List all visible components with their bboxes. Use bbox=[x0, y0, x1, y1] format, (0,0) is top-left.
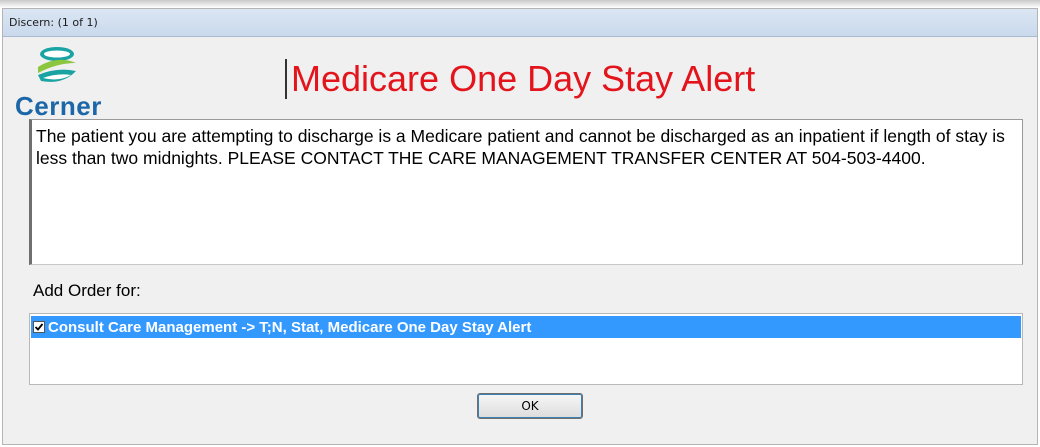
order-list[interactable]: Consult Care Management -> T;N, Stat, Me… bbox=[29, 313, 1023, 385]
ok-button[interactable]: OK bbox=[477, 393, 583, 419]
cerner-logo: Cerner bbox=[15, 45, 145, 121]
title-bar[interactable]: Discern: (1 of 1) bbox=[3, 9, 1037, 37]
add-order-label: Add Order for: bbox=[33, 281, 141, 300]
alert-title: Medicare One Day Stay Alert bbox=[285, 59, 755, 99]
alert-message-text: The patient you are attempting to discha… bbox=[36, 126, 1005, 168]
order-checkbox[interactable] bbox=[33, 321, 45, 333]
cerner-logo-icon bbox=[38, 47, 76, 82]
discern-dialog: Discern: (1 of 1) Cerner Medicare One Da… bbox=[2, 8, 1038, 445]
top-edge bbox=[0, 0, 1040, 8]
cerner-logo-text: Cerner bbox=[15, 91, 102, 121]
order-item-label: Consult Care Management -> T;N, Stat, Me… bbox=[48, 318, 532, 336]
window-title: Discern: (1 of 1) bbox=[9, 16, 98, 29]
alert-message-box[interactable]: The patient you are attempting to discha… bbox=[29, 119, 1023, 265]
order-list-item[interactable]: Consult Care Management -> T;N, Stat, Me… bbox=[31, 316, 1021, 338]
checkmark-icon bbox=[34, 323, 44, 331]
